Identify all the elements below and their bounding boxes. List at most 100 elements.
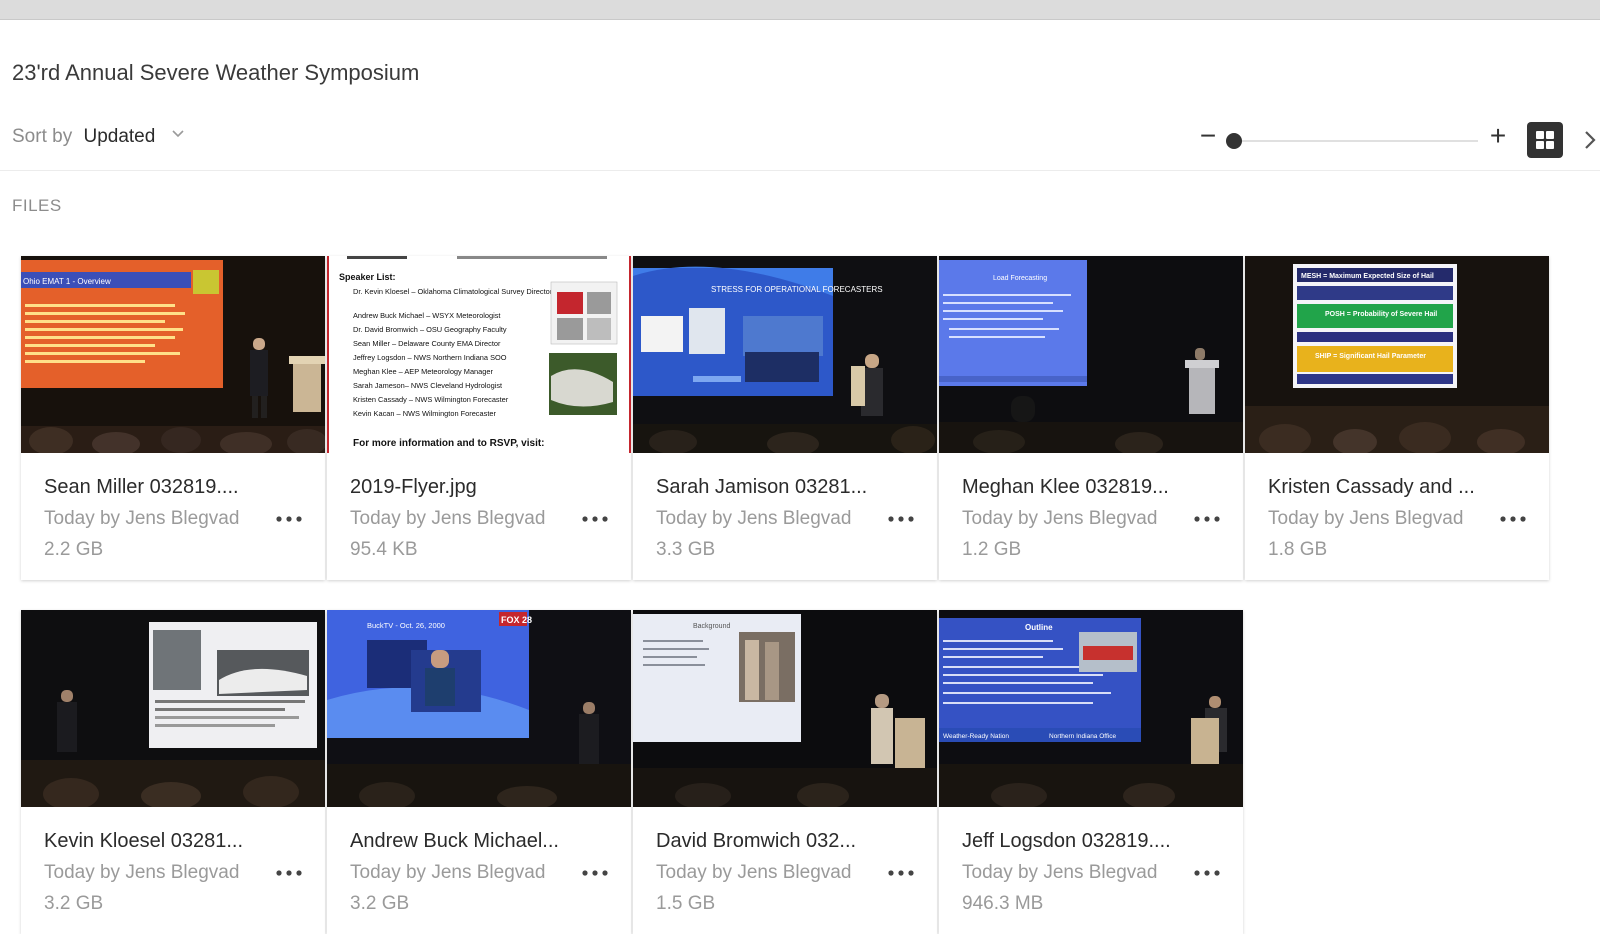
fox28-logo: FOX 28 xyxy=(501,615,532,625)
file-name: 2019-Flyer.jpg xyxy=(350,476,477,498)
more-options-button[interactable] xyxy=(273,861,307,885)
file-thumbnail: MESH = Maximum Expected Size of Hail POS… xyxy=(1245,256,1549,453)
flyer-speaker: Andrew Buck Michael – WSYX Meteorologist xyxy=(353,311,500,320)
file-thumbnail: Ohio EMAT 1 - Overview xyxy=(21,256,325,453)
zoom-in-button[interactable]: + xyxy=(1486,122,1510,152)
file-size: 2.2 GB xyxy=(44,539,104,560)
more-options-button[interactable] xyxy=(885,861,919,885)
file-thumbnail: Load Forecasting xyxy=(939,256,1243,453)
slide-title: BuckTV - Oct. 26, 2000 xyxy=(367,621,445,630)
file-name: David Bromwich 032... xyxy=(656,830,857,852)
files-section-label: FILES xyxy=(12,196,62,215)
file-thumbnail: Background xyxy=(633,610,937,807)
more-options-button[interactable] xyxy=(579,507,613,531)
chevron-right-icon xyxy=(1585,131,1596,149)
file-updated-by: Today by Jens Blegvad xyxy=(962,508,1158,529)
slide-title: Outline xyxy=(1025,623,1053,632)
slide-line: POSH = Probability of Severe Hail xyxy=(1325,311,1437,318)
slide-title: Load Forecasting xyxy=(993,275,1047,282)
sort-dropdown[interactable]: Sort by Updated xyxy=(12,126,185,148)
zoom-out-button[interactable]: − xyxy=(1196,122,1220,152)
file-thumbnail: STRESS FOR OPERATIONAL FORECASTERS xyxy=(633,256,937,453)
file-name: Andrew Buck Michael... xyxy=(350,830,559,852)
file-name: Kevin Kloesel 03281... xyxy=(44,830,244,852)
more-icon xyxy=(582,870,608,876)
next-button[interactable] xyxy=(1580,126,1600,154)
zoom-slider-handle[interactable] xyxy=(1226,133,1242,149)
file-updated-by: Today by Jens Blegvad xyxy=(44,508,240,529)
flyer-speaker-heading: Speaker List: xyxy=(339,272,396,282)
more-icon xyxy=(276,516,302,522)
flyer-speaker: Kristen Cassady – NWS Wilmington Forecas… xyxy=(353,395,509,404)
flyer-speaker: Sean Miller – Delaware County EMA Direct… xyxy=(353,339,501,348)
zoom-slider-track[interactable] xyxy=(1230,140,1478,142)
file-size: 946.3 MB xyxy=(962,893,1044,914)
file-thumbnail: Speaker List: Dr. Kevin Kloesel – Oklaho… xyxy=(327,256,631,453)
file-tile[interactable]: Kevin Kloesel 03281... Today by Jens Ble… xyxy=(21,610,325,934)
more-options-button[interactable] xyxy=(885,507,919,531)
slide-title: Background xyxy=(693,623,730,630)
more-options-button[interactable] xyxy=(273,507,307,531)
flyer-footer: For more information and to RSVP, visit: xyxy=(353,438,545,449)
more-icon xyxy=(1194,870,1220,876)
file-tile[interactable]: STRESS FOR OPERATIONAL FORECASTERS Sarah… xyxy=(633,256,937,580)
file-updated-by: Today by Jens Blegvad xyxy=(1268,508,1464,529)
file-tile[interactable]: Speaker List: Dr. Kevin Kloesel – Oklaho… xyxy=(327,256,631,580)
file-name: Kristen Cassady and ... xyxy=(1268,476,1475,498)
sort-label: Sort by xyxy=(12,126,73,147)
file-size: 1.2 GB xyxy=(962,539,1022,560)
file-size: 3.3 GB xyxy=(656,539,716,560)
file-name: Sean Miller 032819.... xyxy=(44,476,239,498)
more-options-button[interactable] xyxy=(1497,507,1531,531)
file-size: 1.5 GB xyxy=(656,893,716,914)
toolbar: Sort by Updated − + xyxy=(0,118,1600,171)
slide-title: STRESS FOR OPERATIONAL FORECASTERS xyxy=(711,285,883,294)
file-size: 1.8 GB xyxy=(1268,539,1328,560)
flyer-speaker: Jeffrey Logsdon – NWS Northern Indiana S… xyxy=(353,353,507,362)
more-icon xyxy=(1194,516,1220,522)
slide-title: Ohio EMAT 1 - Overview xyxy=(23,277,111,286)
file-thumbnail xyxy=(21,610,325,807)
grid-view-button[interactable] xyxy=(1527,122,1563,158)
flyer-speaker: Kevin Kacan – NWS Wilmington Forecaster xyxy=(353,409,496,418)
flyer-speaker: Dr. David Bromwich – OSU Geography Facul… xyxy=(353,325,507,334)
file-tile[interactable]: MESH = Maximum Expected Size of Hail POS… xyxy=(1245,256,1549,580)
flyer-speaker: Meghan Klee – AEP Meteorology Manager xyxy=(353,367,494,376)
more-icon xyxy=(276,870,302,876)
file-updated-by: Today by Jens Blegvad xyxy=(962,862,1158,883)
file-thumbnail: Outline Weather-Ready Nation Northern In… xyxy=(939,610,1243,807)
file-name: Meghan Klee 032819... xyxy=(962,476,1169,498)
file-updated-by: Today by Jens Blegvad xyxy=(44,862,240,883)
file-tile[interactable]: BuckTV - Oct. 26, 2000 FOX 28 Andrew Buc… xyxy=(327,610,631,934)
file-updated-by: Today by Jens Blegvad xyxy=(656,862,852,883)
file-updated-by: Today by Jens Blegvad xyxy=(350,862,546,883)
flyer-speaker: Sarah Jameson– NWS Cleveland Hydrologist xyxy=(353,381,502,390)
page-title: 23'rd Annual Severe Weather Symposium xyxy=(12,60,420,85)
file-tile[interactable]: Outline Weather-Ready Nation Northern In… xyxy=(939,610,1243,934)
file-size: 95.4 KB xyxy=(350,539,418,560)
more-options-button[interactable] xyxy=(579,861,613,885)
chevron-down-icon xyxy=(172,130,184,138)
file-tile[interactable]: Background David Bromwich 032... Today b… xyxy=(633,610,937,934)
browser-top-bar xyxy=(0,0,1600,20)
grid-icon xyxy=(1536,131,1554,149)
file-name: Jeff Logsdon 032819.... xyxy=(962,830,1171,852)
file-tile[interactable]: Ohio EMAT 1 - Overview Sean Miller 03281… xyxy=(21,256,325,580)
file-updated-by: Today by Jens Blegvad xyxy=(350,508,546,529)
file-tile[interactable]: Load Forecasting Meghan Klee 032819... T… xyxy=(939,256,1243,580)
more-icon xyxy=(582,516,608,522)
more-icon xyxy=(888,516,914,522)
more-options-button[interactable] xyxy=(1191,861,1225,885)
file-updated-by: Today by Jens Blegvad xyxy=(656,508,852,529)
more-icon xyxy=(888,870,914,876)
slide-footer: Northern Indiana Office xyxy=(1049,733,1116,740)
file-size: 3.2 GB xyxy=(350,893,410,914)
flyer-speaker: Dr. Kevin Kloesel – Oklahoma Climatologi… xyxy=(353,287,553,296)
more-options-button[interactable] xyxy=(1191,507,1225,531)
more-icon xyxy=(1500,516,1526,522)
slide-line: SHIP = Significant Hail Parameter xyxy=(1315,353,1426,360)
slide-line: MESH = Maximum Expected Size of Hail xyxy=(1301,273,1434,280)
sort-value: Updated xyxy=(83,126,156,147)
file-thumbnail: BuckTV - Oct. 26, 2000 FOX 28 xyxy=(327,610,631,807)
slide-footer: Weather-Ready Nation xyxy=(943,733,1009,740)
